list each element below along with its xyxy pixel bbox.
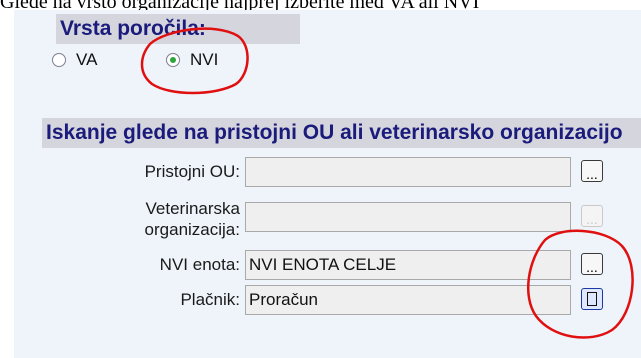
radio-va-label: VA (76, 50, 98, 69)
vet-org-field[interactable] (245, 202, 571, 232)
radio-va[interactable]: VA (52, 50, 97, 70)
pristojni-ou-label: Pristojni OU: (144, 162, 240, 181)
placnik-browse-button[interactable] (581, 288, 603, 310)
pristojni-ou-field[interactable] (245, 157, 571, 187)
radio-va-button[interactable] (52, 53, 66, 67)
radio-nvi-button[interactable] (166, 53, 180, 67)
nvi-enota-field[interactable]: NVI ENOTA CELJE (245, 250, 571, 280)
placnik-label: Plačnik: (180, 290, 240, 309)
radio-nvi[interactable]: NVI (166, 50, 218, 70)
nvi-enota-browse-button[interactable]: ... (581, 253, 603, 275)
placnik-picker-icon (587, 292, 597, 306)
placnik-field[interactable]: Proračun (245, 285, 571, 315)
vet-org-label-line2: organizacija: (144, 220, 240, 239)
vet-org-browse-button: ... (581, 205, 603, 227)
nvi-enota-label: NVI enota: (159, 255, 240, 274)
pristojni-ou-browse-button[interactable]: ... (581, 160, 603, 182)
vet-org-label-line1: Veterinarska (145, 199, 241, 218)
search-section-header: Iskanje glede na pristojni OU ali veteri… (42, 118, 641, 148)
report-type-header: Vrsta poročila: (56, 14, 300, 44)
radio-nvi-label: NVI (190, 50, 219, 69)
